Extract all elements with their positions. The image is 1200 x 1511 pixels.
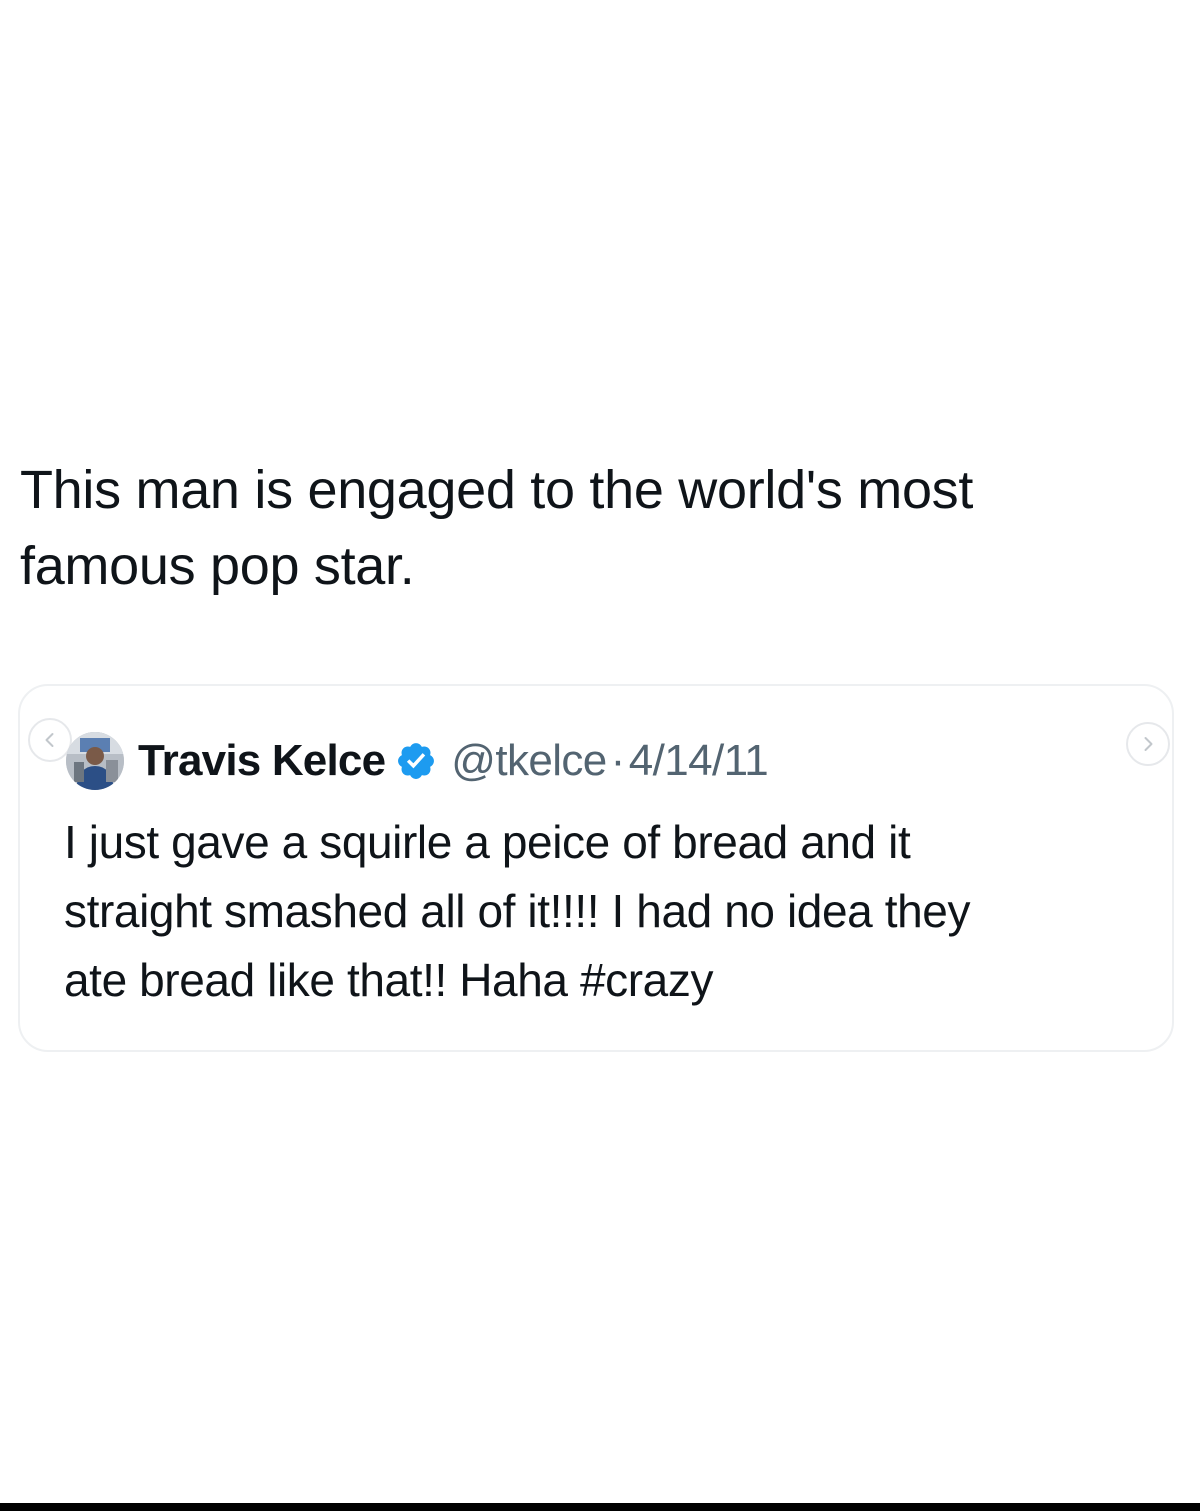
verified-badge-icon <box>395 740 437 782</box>
post-date[interactable]: 4/14/11 <box>629 736 769 786</box>
display-name[interactable]: Travis Kelce <box>138 736 386 786</box>
chevron-right-icon <box>1138 734 1158 754</box>
avatar[interactable] <box>66 732 124 790</box>
user-handle[interactable]: @tkelce <box>451 736 607 786</box>
separator-dot: · <box>610 736 626 785</box>
quoted-post-text: I just gave a squirle a peice of bread a… <box>64 816 971 1006</box>
bottom-border <box>0 1503 1200 1511</box>
post-text: This man is engaged to the world's most … <box>20 460 974 596</box>
chevron-left-icon <box>40 730 60 750</box>
quoted-post-header: Travis Kelce @tkelce · 4/14/11 <box>66 732 769 790</box>
carousel-next-button[interactable] <box>1126 722 1170 766</box>
